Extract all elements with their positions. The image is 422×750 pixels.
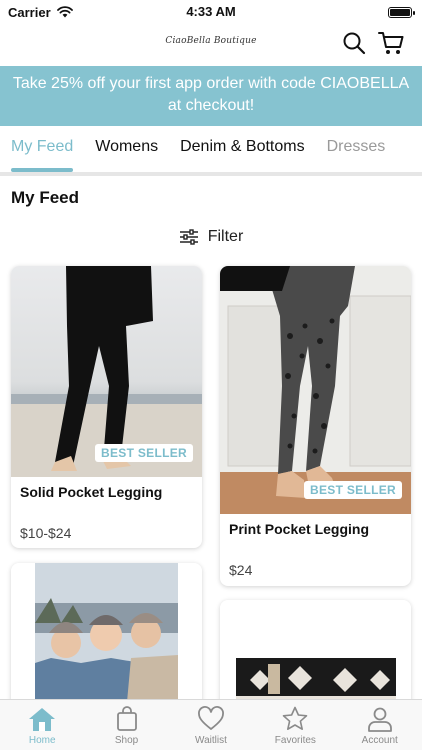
tabbar-label: Shop — [114, 735, 139, 746]
product-image: BEST SELLER — [11, 266, 202, 477]
promo-banner[interactable]: Take 25% off your first app order with c… — [0, 66, 422, 126]
tabbar-label: Home — [28, 735, 56, 746]
tab-womens[interactable]: Womens — [95, 126, 158, 172]
bag-icon — [116, 706, 137, 731]
tabbar-account[interactable]: Account — [338, 706, 422, 746]
tabbar-label: Waitlist — [195, 735, 227, 746]
tabbar-label: Favorites — [274, 735, 316, 746]
category-tabs: My Feed Womens Denim & Bottoms Dresses — [0, 126, 422, 176]
carrier-group: Carrier — [8, 5, 73, 20]
tabbar-waitlist[interactable]: Waitlist — [169, 706, 253, 746]
tabbar-shop[interactable]: Shop — [85, 706, 169, 746]
person-icon — [367, 707, 392, 732]
heart-icon — [198, 706, 224, 730]
bottom-tab-bar: Home Shop Waitlist Favorites Account — [0, 699, 422, 750]
tab-dresses[interactable]: Dresses — [327, 126, 386, 172]
product-card[interactable]: BEST SELLER Solid Pocket Legging $10-$24 — [11, 266, 202, 548]
wifi-icon — [56, 6, 73, 18]
page-title: My Feed — [11, 188, 80, 207]
filter-button[interactable]: Filter — [0, 228, 422, 246]
filter-label: Filter — [207, 228, 244, 245]
tabbar-label: Account — [361, 735, 398, 746]
product-price: $24 — [229, 562, 253, 578]
tab-my-feed[interactable]: My Feed — [11, 126, 74, 172]
star-icon — [283, 706, 308, 730]
product-name: Solid Pocket Legging — [20, 484, 163, 500]
battery-icon — [388, 6, 415, 18]
tabbar-favorites[interactable]: Favorites — [253, 706, 337, 746]
product-card[interactable] — [11, 563, 202, 713]
cart-icon[interactable] — [378, 30, 404, 56]
product-card[interactable]: BEST SELLER Print Pocket Legging $24 — [220, 266, 411, 586]
carrier-label: Carrier — [8, 4, 51, 20]
app-header: CiaoBella Boutique — [0, 24, 422, 66]
search-icon[interactable] — [342, 31, 366, 55]
product-name: Print Pocket Legging — [229, 521, 370, 537]
product-image — [11, 563, 202, 713]
status-bar: Carrier — [0, 0, 422, 24]
best-seller-badge: BEST SELLER — [304, 481, 402, 499]
product-image: BEST SELLER — [220, 266, 411, 514]
header-actions — [342, 30, 404, 56]
sliders-icon — [179, 229, 198, 245]
tabbar-home[interactable]: Home — [0, 706, 84, 746]
best-seller-badge: BEST SELLER — [95, 444, 193, 462]
tab-denim-bottoms[interactable]: Denim & Bottoms — [180, 126, 304, 172]
product-price: $10-$24 — [20, 525, 72, 541]
home-icon — [29, 708, 56, 731]
